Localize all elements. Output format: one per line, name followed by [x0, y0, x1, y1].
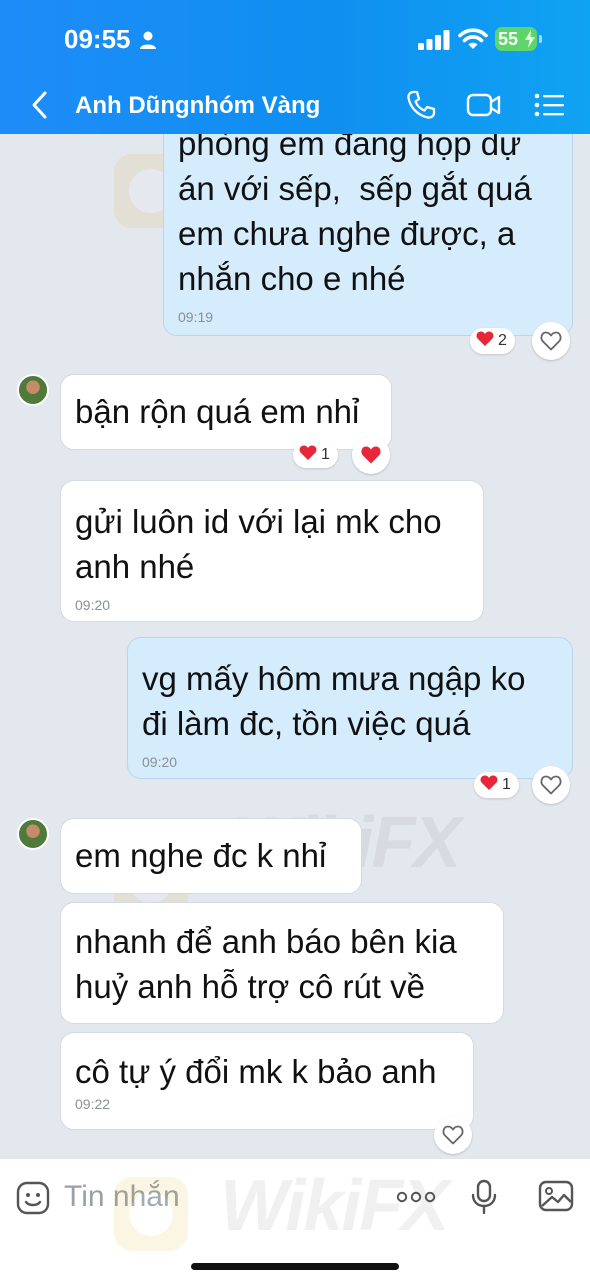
- heart-icon: [480, 775, 498, 790]
- reaction-count[interactable]: 1: [293, 442, 338, 468]
- message-list[interactable]: WikiFX WikiFX phòng em đang họp dự án vớ…: [0, 134, 590, 1158]
- battery-indicator: 55: [495, 27, 542, 51]
- incoming-message[interactable]: gửi luôn id với lại mk cho anh nhé 09:20: [60, 480, 484, 622]
- home-indicator[interactable]: [191, 1263, 399, 1270]
- image-gallery-icon[interactable]: [538, 1179, 574, 1213]
- video-call-icon[interactable]: [466, 90, 502, 120]
- more-options-icon[interactable]: [396, 1189, 436, 1205]
- menu-list-icon[interactable]: [533, 90, 565, 120]
- sender-avatar[interactable]: [17, 818, 49, 850]
- react-button[interactable]: [532, 766, 570, 804]
- incoming-message[interactable]: nhanh để anh báo bên kia huỷ anh hỗ trợ …: [60, 902, 504, 1024]
- person-icon: [140, 31, 156, 49]
- message-time: 09:20: [142, 754, 178, 770]
- microphone-icon[interactable]: [470, 1179, 498, 1215]
- message-text: cô tự ý đổi mk k bảo anh: [75, 1053, 437, 1090]
- message-time: 09:19: [178, 309, 214, 325]
- reaction-count[interactable]: 2: [470, 328, 515, 354]
- wifi-icon: [458, 28, 488, 49]
- heart-filled-icon: [361, 446, 381, 464]
- incoming-message[interactable]: em nghe đc k nhỉ: [60, 818, 362, 894]
- chat-title[interactable]: Anh Dũngnhóm Vàng: [75, 92, 320, 120]
- nav-bar: Anh Dũngnhóm Vàng: [0, 78, 590, 134]
- heart-outline-icon: [540, 775, 562, 795]
- message-text: phòng em đang họp dự án với sếp, sếp gắt…: [178, 134, 532, 297]
- heart-icon: [476, 331, 494, 346]
- outgoing-message[interactable]: phòng em đang họp dự án với sếp, sếp gắt…: [163, 134, 573, 336]
- emoji-sticker-icon[interactable]: [16, 1181, 50, 1215]
- sender-avatar[interactable]: [17, 374, 49, 406]
- react-button[interactable]: [434, 1116, 472, 1154]
- message-text: bận rộn quá em nhỉ: [75, 393, 360, 430]
- message-time: 09:22: [75, 1096, 111, 1112]
- battery-tip: [539, 35, 542, 43]
- charging-bolt-icon: [525, 30, 535, 48]
- message-text: nhanh để anh báo bên kia huỷ anh hỗ trợ …: [75, 923, 457, 1005]
- outgoing-message[interactable]: vg mấy hôm mưa ngập ko đi làm đc, tồn vi…: [127, 637, 573, 779]
- heart-outline-icon: [442, 1125, 464, 1145]
- heart-outline-icon: [540, 331, 562, 351]
- incoming-message[interactable]: cô tự ý đổi mk k bảo anh 09:22: [60, 1032, 474, 1130]
- reaction-count[interactable]: 1: [474, 772, 519, 798]
- react-button[interactable]: [352, 436, 390, 474]
- phone-call-icon[interactable]: [404, 88, 438, 122]
- incoming-message[interactable]: bận rộn quá em nhỉ: [60, 374, 392, 450]
- battery-level: 55: [498, 29, 519, 49]
- back-arrow-icon[interactable]: [28, 90, 52, 120]
- status-bar: 09:55 55: [0, 0, 590, 78]
- message-composer: WikiFX: [0, 1158, 590, 1280]
- heart-icon: [299, 445, 317, 460]
- chat-header: 09:55 55 Anh Dũngnhóm Vàng: [0, 0, 590, 134]
- status-time: 09:55: [64, 24, 131, 54]
- react-button[interactable]: [532, 322, 570, 360]
- signal-icon: [418, 30, 450, 50]
- message-text: gửi luôn id với lại mk cho anh nhé: [75, 503, 442, 585]
- message-text: em nghe đc k nhỉ: [75, 837, 327, 874]
- message-text: vg mấy hôm mưa ngập ko đi làm đc, tồn vi…: [142, 660, 526, 742]
- message-time: 09:20: [75, 597, 111, 613]
- watermark-logo-icon: [114, 1177, 188, 1251]
- watermark-text: WikiFX: [220, 1166, 449, 1246]
